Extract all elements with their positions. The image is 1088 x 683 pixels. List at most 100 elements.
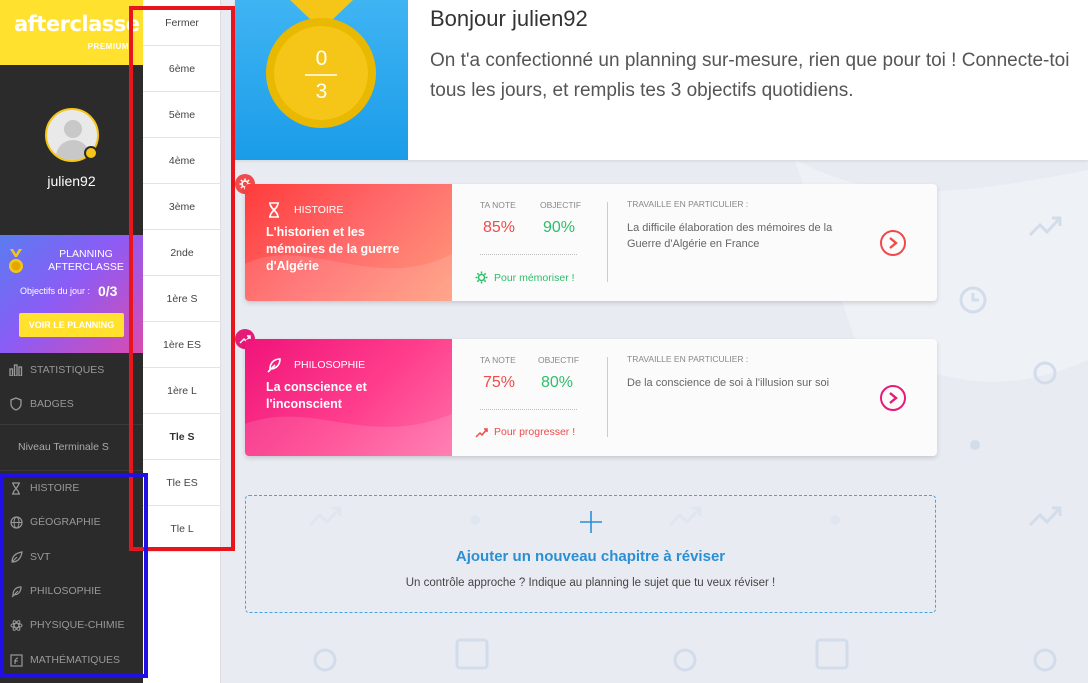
vertical-divider — [607, 202, 608, 282]
logo-tier: PREMIUM — [87, 42, 129, 51]
intro-text: On t'a confectionné un planning sur-mesu… — [430, 50, 1070, 101]
add-chapter-subtitle: Un contrôle approche ? Indique au planni… — [405, 577, 776, 589]
grade-1ere-es[interactable]: 1ère ES — [143, 322, 221, 368]
chapter-card[interactable]: PHILOSOPHIE La conscience et l'inconscie… — [245, 339, 937, 456]
logo[interactable]: afterclasse PREMIUM — [0, 0, 143, 65]
nav-statistiques[interactable]: STATISTIQUES — [0, 353, 143, 387]
note-value: 85% — [483, 219, 516, 236]
grade-tle-s[interactable]: Tle S — [143, 414, 221, 460]
planning-title: PLANNING AFTERCLASSE — [48, 248, 124, 273]
note-label: TA NOTE — [480, 355, 516, 365]
chevron-right-icon — [889, 392, 898, 404]
objectives-value: 0/3 — [98, 283, 118, 299]
card-subject: PHILOSOPHIE — [294, 359, 366, 371]
avatar-badge-icon — [84, 146, 98, 160]
work-text: La difficile élaboration des mémoires de… — [627, 222, 833, 250]
profile — [0, 65, 143, 235]
objective-value: 90% — [543, 219, 576, 236]
dotted-divider — [480, 254, 577, 255]
grade-1ere-s[interactable]: 1ère S — [143, 276, 221, 322]
nav-statistiques-label: STATISTIQUES — [30, 364, 105, 376]
medal-count-total: 3 — [315, 80, 328, 103]
add-chapter-panel[interactable]: Ajouter un nouveau chapitre à réviser Un… — [245, 495, 936, 613]
subject-mathematiques[interactable]: MATHÉMATIQUES — [0, 643, 143, 677]
vertical-divider — [607, 357, 608, 437]
medal-count-done: 0 — [315, 47, 328, 70]
card-header: PHILOSOPHIE La conscience et l'inconscie… — [245, 339, 452, 456]
medal-icon — [9, 249, 23, 273]
work-text: De la conscience de soi à l'illusion sur… — [627, 377, 830, 389]
atom-icon — [8, 618, 24, 632]
subject-geographie[interactable]: GÉOGRAPHIE — [0, 505, 143, 539]
card-tip: Pour mémoriser ! — [475, 271, 575, 284]
card-header: HISTOIRE L'historien et les mémoires de … — [245, 184, 452, 301]
chevron-right-icon — [889, 237, 898, 249]
subject-histoire[interactable]: HISTOIRE — [0, 471, 143, 505]
subject-label: GÉOGRAPHIE — [30, 516, 101, 528]
subject-label: MATHÉMATIQUES — [30, 654, 121, 666]
plus-icon — [580, 511, 602, 533]
grade-tle-es[interactable]: Tle ES — [143, 460, 221, 506]
greeting: Bonjour julien92 — [430, 6, 588, 31]
subject-physique-chimie[interactable]: PHYSIQUE-CHIMIE — [0, 608, 143, 642]
subject-label: PHILOSOPHIE — [30, 585, 102, 597]
grade-5eme[interactable]: 5ème — [143, 92, 221, 138]
open-chapter-button[interactable] — [880, 385, 906, 411]
objective-value: 80% — [541, 374, 574, 391]
header: 0 3 Bonjour julien92 On t'a confectionné… — [235, 0, 1088, 160]
card-chapter-title: La conscience et l'inconscient — [266, 380, 367, 411]
feather-icon — [267, 358, 281, 373]
subject-label: PHYSIQUE-CHIMIE — [30, 619, 125, 631]
view-planning-button[interactable]: VOIR LE PLANNING — [19, 313, 124, 337]
niveau-selector[interactable]: Niveau Terminale S › — [0, 433, 143, 461]
grade-2nde[interactable]: 2nde — [143, 230, 221, 276]
grade-6eme[interactable]: 6ème — [143, 46, 221, 92]
subject-label: SVT — [30, 551, 51, 563]
niveau-label: Niveau Terminale S — [18, 441, 109, 453]
sidebar: afterclasse PREMIUM julien92 PLANNING AF… — [0, 0, 143, 683]
grade-selector-list: Fermer 6ème 5ème 4ème 3ème 2nde 1ère S 1… — [143, 0, 221, 683]
hero-medal: 0 3 — [235, 0, 408, 160]
work-label: TRAVAILLE EN PARTICULIER : — [627, 199, 749, 209]
hourglass-icon — [8, 481, 24, 495]
objectives-label: Objectifs du jour : — [20, 286, 91, 296]
bar-chart-icon — [8, 363, 24, 377]
subject-svt[interactable]: SVT — [0, 540, 143, 574]
objective-label: OBJECTIF — [540, 200, 582, 210]
open-chapter-button[interactable] — [880, 230, 906, 256]
nav-badges[interactable]: BADGES — [0, 387, 143, 421]
card-tip: Pour progresser ! — [475, 426, 575, 438]
planning-widget: PLANNING AFTERCLASSE Objectifs du jour :… — [0, 235, 143, 353]
globe-icon — [8, 515, 24, 529]
trending-up-icon — [475, 427, 488, 438]
hourglass-icon — [269, 202, 279, 218]
gear-icon — [475, 271, 488, 284]
subject-label: HISTOIRE — [30, 482, 80, 494]
note-label: TA NOTE — [480, 200, 516, 210]
feather-icon — [8, 584, 24, 598]
divider — [0, 424, 143, 425]
logo-text: afterclasse — [14, 12, 140, 36]
grade-3eme[interactable]: 3ème — [143, 184, 221, 230]
card-tip-label: Pour progresser ! — [494, 426, 576, 438]
card-chapter-title: L'historien et les mémoires de la guerre… — [266, 225, 400, 273]
grade-1ere-l[interactable]: 1ère L — [143, 368, 221, 414]
note-value: 75% — [483, 374, 516, 391]
work-label: TRAVAILLE EN PARTICULIER : — [627, 354, 749, 364]
dotted-divider — [480, 409, 577, 410]
nav-badges-label: BADGES — [30, 398, 74, 410]
add-chapter-title[interactable]: Ajouter un nouveau chapitre à réviser — [246, 548, 935, 565]
chapter-card[interactable]: HISTOIRE L'historien et les mémoires de … — [245, 184, 937, 301]
card-subject: HISTOIRE — [294, 204, 344, 216]
shield-icon — [8, 397, 24, 411]
function-icon — [8, 653, 24, 667]
objective-label: OBJECTIF — [538, 355, 580, 365]
grade-4eme[interactable]: 4ème — [143, 138, 221, 184]
subject-philosophie[interactable]: PHILOSOPHIE — [0, 574, 143, 608]
grade-close[interactable]: Fermer — [143, 0, 221, 46]
card-tip-label: Pour mémoriser ! — [494, 271, 575, 284]
chevron-right-icon: › — [128, 439, 133, 455]
username: julien92 — [47, 173, 96, 189]
grade-tle-l[interactable]: Tle L — [143, 506, 221, 552]
leaf-icon — [8, 550, 24, 564]
